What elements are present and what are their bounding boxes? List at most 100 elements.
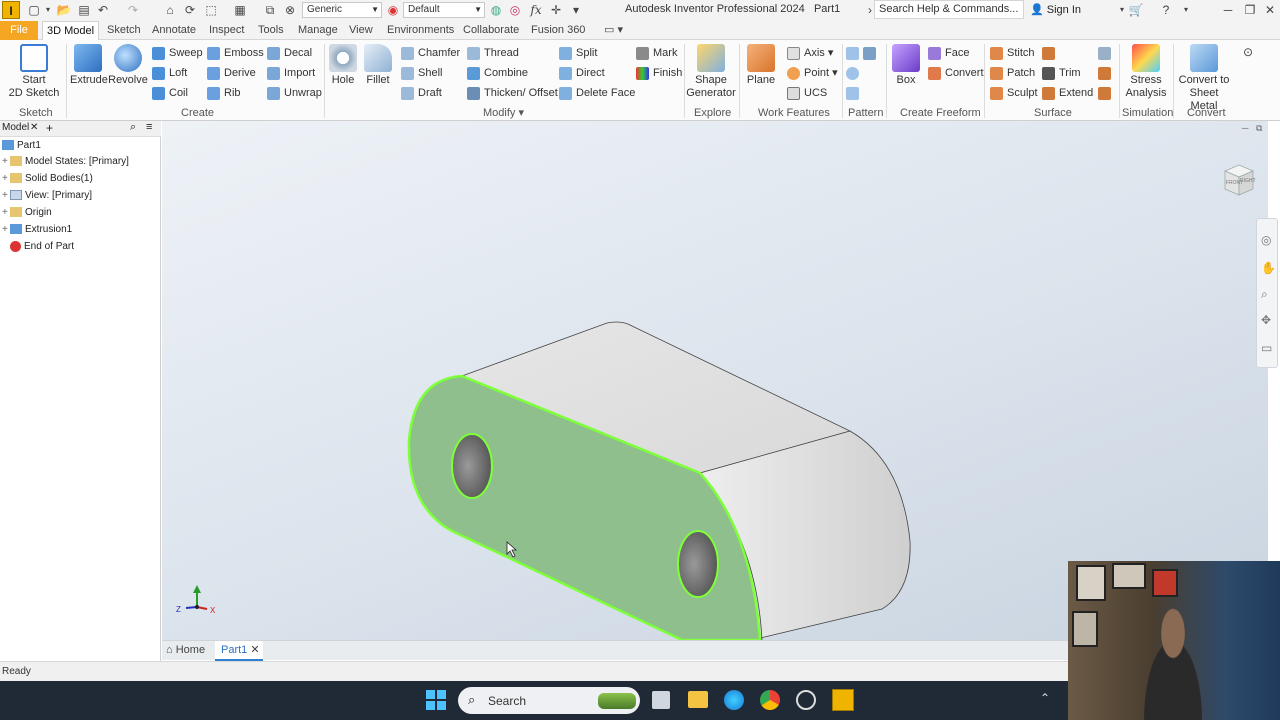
- close-icon[interactable]: ✕: [250, 644, 259, 656]
- surface-tool-3-button[interactable]: [1098, 85, 1115, 101]
- tab-file[interactable]: File: [0, 21, 38, 40]
- pan-icon[interactable]: ✋: [1261, 261, 1276, 275]
- finish-button[interactable]: Finish: [636, 65, 682, 81]
- sweep-button[interactable]: Sweep: [152, 45, 203, 61]
- rectangular-pattern-button[interactable]: [846, 45, 880, 61]
- undo-icon[interactable]: ↶: [95, 2, 111, 18]
- tab-options-icon[interactable]: ▭ ▾: [600, 21, 627, 40]
- app-logo[interactable]: I: [2, 1, 20, 19]
- color-wheel-icon[interactable]: ◉: [385, 2, 401, 18]
- cancel-icon[interactable]: ⊗: [282, 2, 298, 18]
- box-button[interactable]: Box: [890, 44, 922, 87]
- parameters-icon[interactable]: fx: [528, 2, 544, 18]
- add-tab-icon[interactable]: +: [46, 121, 53, 135]
- thread-button[interactable]: Thread: [467, 45, 519, 61]
- full-navigation-wheel-icon[interactable]: ◎: [1261, 233, 1271, 247]
- inventor-taskbar-icon[interactable]: [832, 689, 854, 711]
- stitch-button[interactable]: Stitch: [990, 45, 1035, 61]
- measure-icon[interactable]: ▦: [232, 2, 248, 18]
- group-modify[interactable]: Modify ▾: [483, 106, 524, 120]
- surface-tool-2-button[interactable]: [1098, 65, 1115, 81]
- emboss-button[interactable]: Emboss: [207, 45, 264, 61]
- edge-icon[interactable]: [724, 690, 744, 710]
- tab-inspect[interactable]: Inspect: [205, 21, 248, 40]
- expand-icon[interactable]: +: [2, 222, 10, 238]
- tree-item-view[interactable]: + View: [Primary]: [2, 188, 92, 204]
- tree-item-model-states[interactable]: + Model States: [Primary]: [2, 154, 129, 170]
- tab-sketch[interactable]: Sketch: [103, 21, 145, 40]
- stress-analysis-button[interactable]: Stress Analysis: [1122, 44, 1170, 100]
- tree-item-extrusion1[interactable]: + Extrusion1: [2, 222, 72, 238]
- help-dropdown-icon[interactable]: ▾: [1178, 2, 1194, 18]
- tree-item-solid-bodies[interactable]: + Solid Bodies(1): [2, 171, 93, 187]
- sketch-pattern-button[interactable]: [846, 85, 863, 101]
- expand-icon[interactable]: +: [2, 188, 10, 204]
- customize-icon[interactable]: ▾: [568, 2, 584, 18]
- fillet-button[interactable]: Fillet: [362, 44, 394, 87]
- orbit-icon[interactable]: ✥: [1261, 313, 1271, 327]
- ribbon-options-icon[interactable]: ⊙: [1240, 44, 1256, 60]
- circular-pattern-button[interactable]: [846, 65, 863, 81]
- chrome-icon[interactable]: [760, 690, 780, 710]
- split-button[interactable]: Split: [559, 45, 597, 61]
- coil-button[interactable]: Coil: [152, 85, 188, 101]
- thicken-offset-button[interactable]: Thicken/ Offset: [467, 85, 558, 101]
- viewcube[interactable]: FRONT RIGHT: [1217, 159, 1257, 199]
- point-button[interactable]: Point ▾: [787, 65, 838, 81]
- viewport-maximize-icon[interactable]: ⧉: [1256, 123, 1262, 134]
- save-icon[interactable]: ▤: [76, 2, 92, 18]
- surface-tool-1-button[interactable]: [1098, 45, 1115, 61]
- tree-root[interactable]: Part1: [2, 138, 41, 154]
- tab-collaborate[interactable]: Collaborate: [459, 21, 523, 40]
- minimize-icon[interactable]: ─: [1220, 2, 1236, 18]
- appearance-combo[interactable]: Default ▼: [403, 2, 485, 18]
- expand-icon[interactable]: +: [2, 171, 10, 187]
- menu-icon[interactable]: ≡: [146, 121, 152, 133]
- tab-environments[interactable]: Environments: [383, 21, 458, 40]
- mark-button[interactable]: Mark: [636, 45, 677, 61]
- ruled-surface-button[interactable]: [1042, 45, 1059, 61]
- unwrap-button[interactable]: Unwrap: [267, 85, 322, 101]
- restore-icon[interactable]: ❐: [1242, 2, 1258, 18]
- tab-fusion-360[interactable]: Fusion 360: [527, 21, 589, 40]
- project-icon[interactable]: ⧉: [262, 2, 278, 18]
- tab-3d-model[interactable]: 3D Model: [42, 21, 100, 40]
- shape-generator-button[interactable]: Shape Generator: [686, 44, 736, 100]
- open-icon[interactable]: 📂: [56, 2, 72, 18]
- derive-button[interactable]: Derive: [207, 65, 256, 81]
- taskbar-search-box[interactable]: ⌕ Search: [458, 687, 640, 714]
- zoom-icon[interactable]: ⌕: [1261, 287, 1268, 302]
- close-icon[interactable]: ✕: [30, 122, 38, 133]
- clear-appearance-icon[interactable]: ◎: [507, 2, 523, 18]
- direct-button[interactable]: Direct: [559, 65, 605, 81]
- home-icon[interactable]: ⌂: [162, 2, 178, 18]
- decal-button[interactable]: Decal: [267, 45, 312, 61]
- tree-item-origin[interactable]: + Origin: [2, 205, 52, 221]
- update-icon[interactable]: ⟳: [182, 2, 198, 18]
- chatgpt-icon[interactable]: [796, 690, 816, 710]
- tab-manage[interactable]: Manage: [294, 21, 342, 40]
- task-view-icon[interactable]: [652, 691, 670, 709]
- chamfer-button[interactable]: Chamfer: [401, 45, 460, 61]
- delete-face-button[interactable]: Delete Face: [559, 85, 635, 101]
- ucs-button[interactable]: UCS: [787, 85, 827, 101]
- tab-tools[interactable]: Tools: [254, 21, 288, 40]
- sign-in-button[interactable]: 👤 Sign In: [1030, 3, 1081, 16]
- tree-item-end-of-part[interactable]: End of Part: [2, 239, 74, 255]
- start-2d-sketch-button[interactable]: Start 2D Sketch: [8, 44, 60, 100]
- hole-button[interactable]: Hole: [328, 44, 358, 87]
- help-icon[interactable]: ?: [1158, 2, 1174, 18]
- start-button[interactable]: [426, 690, 446, 710]
- axis-button[interactable]: Axis ▾: [787, 45, 833, 61]
- part1-tab[interactable]: Part1 ✕: [215, 641, 263, 661]
- tab-view[interactable]: View: [345, 21, 377, 40]
- select-icon[interactable]: ⬚: [203, 2, 219, 18]
- draft-button[interactable]: Draft: [401, 85, 442, 101]
- look-at-icon[interactable]: ▭: [1261, 341, 1272, 355]
- plus-icon[interactable]: ✛: [548, 2, 564, 18]
- rib-button[interactable]: Rib: [207, 85, 241, 101]
- home-tab[interactable]: ⌂ Home: [166, 644, 205, 656]
- face-button[interactable]: Face: [928, 45, 969, 61]
- adjust-icon[interactable]: ◍: [488, 2, 504, 18]
- import-button[interactable]: Import: [267, 65, 315, 81]
